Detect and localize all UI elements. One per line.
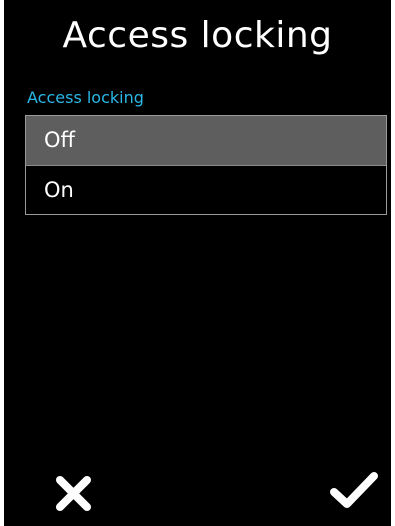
option-on[interactable]: On <box>26 166 386 215</box>
screen-border-left <box>0 0 4 526</box>
option-list: Off On <box>25 115 387 215</box>
setting-label: Access locking <box>27 88 144 107</box>
page-title: Access locking <box>62 15 333 56</box>
access-locking-screen: Access locking Access locking Off On <box>0 0 395 526</box>
confirm-button[interactable] <box>322 462 382 522</box>
close-icon <box>56 476 91 511</box>
screen-border-right <box>391 0 395 526</box>
option-off[interactable]: Off <box>26 116 386 165</box>
checkmark-icon <box>330 472 378 508</box>
cancel-button[interactable] <box>50 462 110 522</box>
